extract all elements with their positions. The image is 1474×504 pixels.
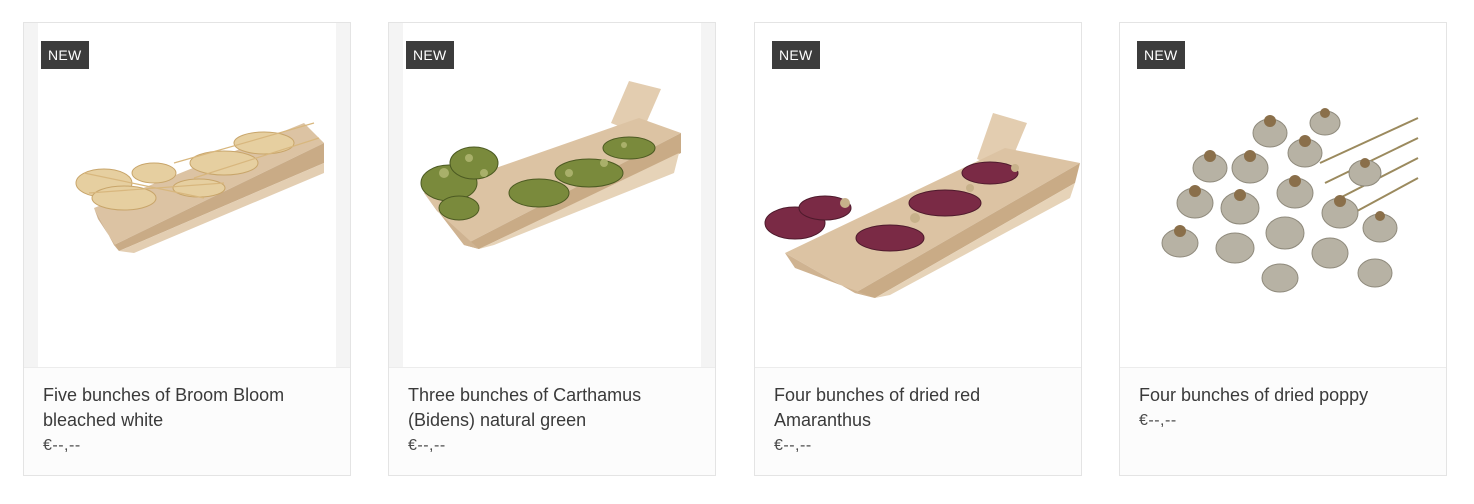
product-card[interactable]: NEW Three bunches of Carthamus (Bidens) … <box>388 22 716 476</box>
product-image[interactable]: NEW <box>1120 23 1446 367</box>
product-price: €--,-- <box>408 437 446 454</box>
product-card[interactable]: NEW Five bunches of Broom Bloom bleached… <box>23 22 351 476</box>
product-price: €--,-- <box>1139 412 1177 429</box>
new-badge: NEW <box>1137 41 1185 69</box>
broom-bloom-box-image <box>75 122 324 253</box>
amaranthus-box-image <box>764 113 1080 298</box>
new-badge: NEW <box>772 41 820 69</box>
product-info: Three bunches of Carthamus (Bidens) natu… <box>389 367 715 475</box>
product-info: Four bunches of dried poppy €--,-- <box>1120 367 1446 475</box>
product-info: Four bunches of dried red Amaranthus €--… <box>755 367 1081 475</box>
product-title[interactable]: Three bunches of Carthamus (Bidens) natu… <box>408 383 696 433</box>
carthamus-box-image <box>420 81 681 249</box>
product-grid: NEW Five bunches of Broom Bloom bleached… <box>0 0 1474 504</box>
new-badge: NEW <box>406 41 454 69</box>
product-info: Five bunches of Broom Bloom bleached whi… <box>24 367 350 475</box>
product-price: €--,-- <box>43 437 81 454</box>
product-title[interactable]: Five bunches of Broom Bloom bleached whi… <box>43 383 331 433</box>
product-image[interactable]: NEW <box>755 23 1081 367</box>
product-image[interactable]: NEW <box>389 23 715 367</box>
product-title[interactable]: Four bunches of dried red Amaranthus <box>774 383 1062 433</box>
product-title[interactable]: Four bunches of dried poppy <box>1139 383 1427 408</box>
new-badge: NEW <box>41 41 89 69</box>
product-image[interactable]: NEW <box>24 23 350 367</box>
product-card[interactable]: NEW Four bunches of dried poppy €--,-- <box>1119 22 1447 476</box>
product-card[interactable]: NEW Four bunches of dried red Amaranthus… <box>754 22 1082 476</box>
product-price: €--,-- <box>774 437 812 454</box>
poppy-bunch-image <box>1161 108 1419 293</box>
